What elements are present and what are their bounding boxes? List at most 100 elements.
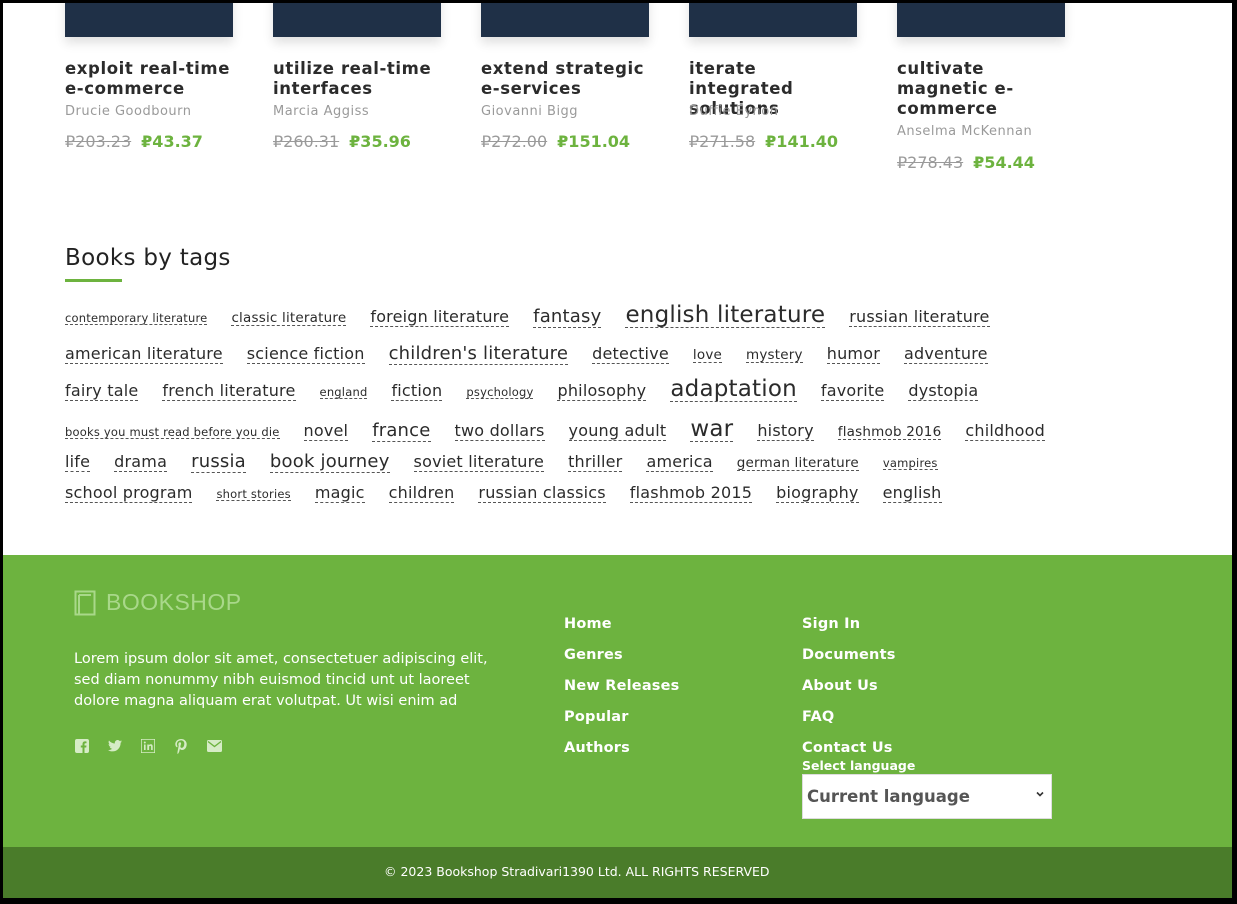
tag-link[interactable]: life	[65, 453, 91, 472]
book-cover[interactable]	[481, 3, 649, 37]
book-cover[interactable]	[273, 3, 441, 37]
tag-link[interactable]: english literature	[625, 303, 826, 329]
tags-heading: Books by tags	[65, 245, 231, 271]
pinterest-icon[interactable]	[173, 738, 189, 754]
book-price: ₽203.23 ₽43.37	[65, 132, 203, 151]
footer-link-documents[interactable]: Documents	[802, 647, 896, 663]
tag-link[interactable]: war	[690, 417, 734, 443]
tag-link[interactable]: books you must read before you die	[65, 426, 280, 440]
book-icon	[74, 590, 96, 615]
tag-link[interactable]: dystopia	[908, 382, 979, 401]
heading-underline	[65, 279, 122, 282]
tag-link[interactable]: two dollars	[454, 422, 545, 441]
footer-link-about-us[interactable]: About Us	[802, 678, 878, 694]
old-price: ₽203.23	[65, 132, 132, 151]
old-price: ₽260.31	[273, 132, 340, 151]
tag-link[interactable]: magic	[314, 484, 365, 503]
old-price: ₽278.43	[897, 153, 964, 172]
twitter-icon[interactable]	[107, 738, 123, 754]
tag-link[interactable]: vampires	[882, 457, 938, 471]
tag-row: contemporary literature classic literatu…	[65, 303, 1014, 329]
tag-link[interactable]: adaptation	[670, 377, 797, 403]
book-title[interactable]: extend strategic e-services	[481, 59, 656, 99]
tag-row: books you must read before you die novel…	[65, 417, 1069, 443]
tag-link[interactable]: philosophy	[557, 382, 647, 401]
book-price: ₽272.00 ₽151.04	[481, 132, 630, 151]
tag-link[interactable]: children	[388, 484, 455, 503]
tag-link[interactable]: adventure	[903, 345, 988, 364]
footer-logo[interactable]: BOOKSHOP	[74, 589, 242, 616]
footer-link-faq[interactable]: FAQ	[802, 709, 834, 725]
tag-link[interactable]: favorite	[820, 382, 885, 401]
book-author: Marcia Aggiss	[273, 104, 370, 119]
tag-link[interactable]: fantasy	[533, 307, 602, 328]
tag-link[interactable]: thriller	[568, 453, 623, 472]
footer-link-new-releases[interactable]: New Releases	[564, 678, 680, 694]
tag-link[interactable]: children's literature	[388, 344, 569, 365]
footer: BOOKSHOP Lorem ipsum dolor sit amet, con…	[3, 555, 1232, 847]
tag-link[interactable]: classic literature	[231, 311, 347, 327]
tag-link[interactable]: love	[692, 348, 723, 364]
facebook-icon[interactable]	[74, 738, 90, 754]
footer-link-popular[interactable]: Popular	[564, 709, 629, 725]
book-author: Duffie Eynon	[689, 104, 779, 119]
tag-link[interactable]: humor	[826, 345, 880, 364]
language-label: Select language	[802, 758, 916, 773]
tag-link[interactable]: mystery	[746, 348, 803, 364]
linkedin-icon[interactable]	[140, 738, 156, 754]
tag-link[interactable]: france	[372, 421, 431, 442]
tag-link[interactable]: school program	[65, 484, 193, 503]
tag-link[interactable]: fairy tale	[65, 382, 139, 401]
tag-row: life drama russia book journey soviet li…	[65, 452, 962, 473]
book-cover[interactable]	[689, 3, 857, 37]
book-cover[interactable]	[65, 3, 233, 37]
tag-link[interactable]: foreign literature	[370, 308, 510, 327]
page: exploit real-time e-commerce Drucie Good…	[3, 3, 1232, 898]
tag-row: fairy tale french literature england fic…	[65, 377, 1002, 403]
footer-link-sign-in[interactable]: Sign In	[802, 616, 860, 632]
new-price: ₽151.04	[557, 132, 631, 151]
tag-link[interactable]: fiction	[391, 382, 443, 401]
tag-link[interactable]: science fiction	[246, 345, 365, 364]
tag-link[interactable]: french literature	[162, 382, 296, 401]
tag-link[interactable]: german literature	[736, 456, 859, 472]
tag-link[interactable]: england	[319, 386, 368, 400]
footer-link-authors[interactable]: Authors	[564, 740, 630, 756]
language-select[interactable]: Current language	[802, 774, 1052, 819]
book-title[interactable]: exploit real-time e-commerce	[65, 59, 240, 99]
tag-link[interactable]: america	[646, 453, 713, 472]
language-select-value: Current language	[807, 787, 970, 806]
tag-link[interactable]: flashmob 2015	[629, 484, 753, 503]
tag-link[interactable]: flashmob 2016	[837, 425, 942, 441]
tag-link[interactable]: psychology	[466, 386, 534, 400]
footer-link-home[interactable]: Home	[564, 616, 612, 632]
tag-link[interactable]: drama	[114, 453, 168, 472]
tag-link[interactable]: soviet literature	[413, 453, 545, 472]
footer-description: Lorem ipsum dolor sit amet, consectetuer…	[74, 651, 488, 709]
book-cover[interactable]	[897, 3, 1065, 37]
tag-link[interactable]: contemporary literature	[65, 312, 208, 326]
tag-link[interactable]: short stories	[216, 488, 291, 502]
email-icon[interactable]	[206, 738, 222, 754]
book-price: ₽278.43 ₽54.44	[897, 153, 1035, 172]
footer-link-genres[interactable]: Genres	[564, 647, 623, 663]
tag-link[interactable]: detective	[592, 345, 669, 364]
tag-link[interactable]: book journey	[269, 452, 390, 473]
tag-link[interactable]: american literature	[65, 345, 223, 364]
tag-link[interactable]: novel	[303, 422, 349, 441]
tag-link[interactable]: russian classics	[478, 484, 606, 503]
book-title[interactable]: cultivate magnetic e-commerce	[897, 59, 1037, 119]
footer-link-contact-us[interactable]: Contact Us	[802, 740, 893, 756]
tag-link[interactable]: history	[757, 422, 814, 441]
tag-link[interactable]: childhood	[965, 422, 1046, 441]
tag-link[interactable]: english	[882, 484, 942, 503]
book-title[interactable]: utilize real-time interfaces	[273, 59, 448, 99]
tag-link[interactable]: russia	[191, 452, 246, 473]
tag-row: school program short stories magic child…	[65, 484, 966, 503]
tag-row: american literature science fiction chil…	[65, 344, 1012, 365]
copyright-bar: © 2023 Bookshop Stradivari1390 Ltd. ALL …	[3, 847, 1232, 898]
tag-link[interactable]: russian literature	[849, 308, 990, 327]
tag-link[interactable]: biography	[776, 484, 859, 503]
tag-link[interactable]: young adult	[568, 422, 667, 441]
new-price: ₽54.44	[973, 153, 1035, 172]
